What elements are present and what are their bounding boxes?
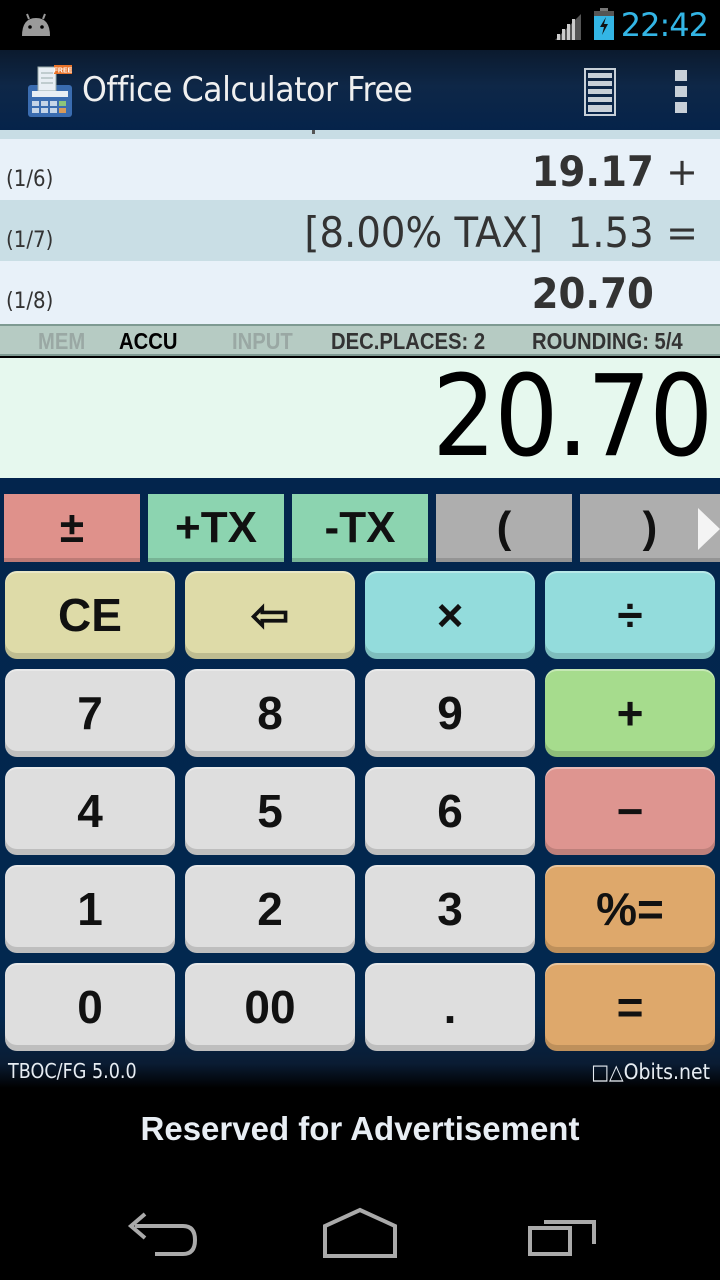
- tape-row-value: [8.00% TAX] 1.53: [304, 208, 654, 257]
- back-icon[interactable]: [115, 1200, 205, 1260]
- tape-row[interactable]: (1/6) 19.17 +: [0, 139, 720, 200]
- digit-6-button[interactable]: 6: [365, 767, 535, 855]
- tape-row-index: (1/7): [6, 228, 54, 253]
- digit-7-button[interactable]: 7: [5, 669, 175, 757]
- accu-indicator: ACCU: [119, 328, 178, 354]
- svg-text:FREE: FREE: [54, 68, 73, 75]
- battery-charging-icon: [594, 8, 614, 40]
- overflow-menu-icon[interactable]: [674, 70, 688, 114]
- chevron-right-icon[interactable]: [698, 508, 720, 550]
- backspace-button[interactable]: ⇦: [185, 571, 355, 659]
- tape-row-value: 19.17: [531, 147, 654, 196]
- rounding-indicator: ROUNDING: 5/4: [532, 328, 683, 354]
- tape-row-operator: =: [666, 211, 698, 255]
- clock: 22:42: [620, 6, 709, 44]
- dec-places-indicator: DEC.PLACES: 2: [331, 328, 486, 354]
- digit-5-button[interactable]: 5: [185, 767, 355, 855]
- calculator-app-icon: FREE: [28, 65, 73, 117]
- mem-indicator: MEM: [38, 328, 86, 354]
- decimal-point-button[interactable]: .: [365, 963, 535, 1051]
- tape-row-value: 20.70: [531, 269, 654, 318]
- signal-icon: [555, 14, 581, 40]
- divide-button[interactable]: ÷: [545, 571, 715, 659]
- tape-row-index: (1/8): [6, 289, 54, 314]
- digit-3-button[interactable]: 3: [365, 865, 535, 953]
- double-zero-button[interactable]: 00: [185, 963, 355, 1051]
- tape-row-operator: +: [666, 150, 698, 194]
- android-debug-icon: [22, 13, 50, 36]
- plus-button[interactable]: +: [545, 669, 715, 757]
- tape-history[interactable]: (1/6) 19.17 + (1/7) [8.00% TAX] 1.53 = (…: [0, 130, 720, 324]
- plus-minus-button[interactable]: ±: [4, 494, 140, 562]
- main-display: 20.70: [0, 352, 720, 482]
- tape-partial-mark: [312, 130, 315, 134]
- tape-row[interactable]: (1/8) 20.70: [0, 261, 720, 322]
- equals-button[interactable]: =: [545, 963, 715, 1051]
- input-indicator: INPUT: [232, 328, 293, 354]
- tape-row[interactable]: (1/7) [8.00% TAX] 1.53 =: [0, 200, 720, 261]
- ad-placeholder: Reserved for Advertisement: [140, 1110, 580, 1147]
- digit-2-button[interactable]: 2: [185, 865, 355, 953]
- tape-row-index: (1/6): [6, 167, 54, 192]
- nav-bar: [0, 1180, 720, 1280]
- home-icon[interactable]: [315, 1200, 405, 1260]
- multiply-button[interactable]: ×: [365, 571, 535, 659]
- digit-1-button[interactable]: 1: [5, 865, 175, 953]
- percent-equals-button[interactable]: %=: [545, 865, 715, 953]
- digit-9-button[interactable]: 9: [365, 669, 535, 757]
- keypad: ± +TX -TX ( ) CE ⇦ × ÷ 7 8 9 + 4 5 6 − 1…: [0, 478, 720, 1088]
- app-title: Office Calculator Free: [82, 70, 413, 110]
- brand-link[interactable]: □△Obits.net: [591, 1060, 710, 1084]
- action-bar: FREE Office Calculator Free: [0, 50, 720, 130]
- version-label: TBOC/FG 5.0.0: [8, 1059, 137, 1083]
- digit-4-button[interactable]: 4: [5, 767, 175, 855]
- open-paren-button[interactable]: (: [436, 494, 572, 562]
- minus-button[interactable]: −: [545, 767, 715, 855]
- recent-apps-icon[interactable]: [518, 1200, 608, 1260]
- digit-8-button[interactable]: 8: [185, 669, 355, 757]
- display-value: 20.70: [432, 352, 713, 482]
- remove-tax-button[interactable]: -TX: [292, 494, 428, 562]
- clear-entry-button[interactable]: CE: [5, 571, 175, 659]
- digit-0-button[interactable]: 0: [5, 963, 175, 1051]
- tape-list-icon[interactable]: [584, 68, 616, 116]
- status-bar: 22:42: [0, 0, 720, 50]
- add-tax-button[interactable]: +TX: [148, 494, 284, 562]
